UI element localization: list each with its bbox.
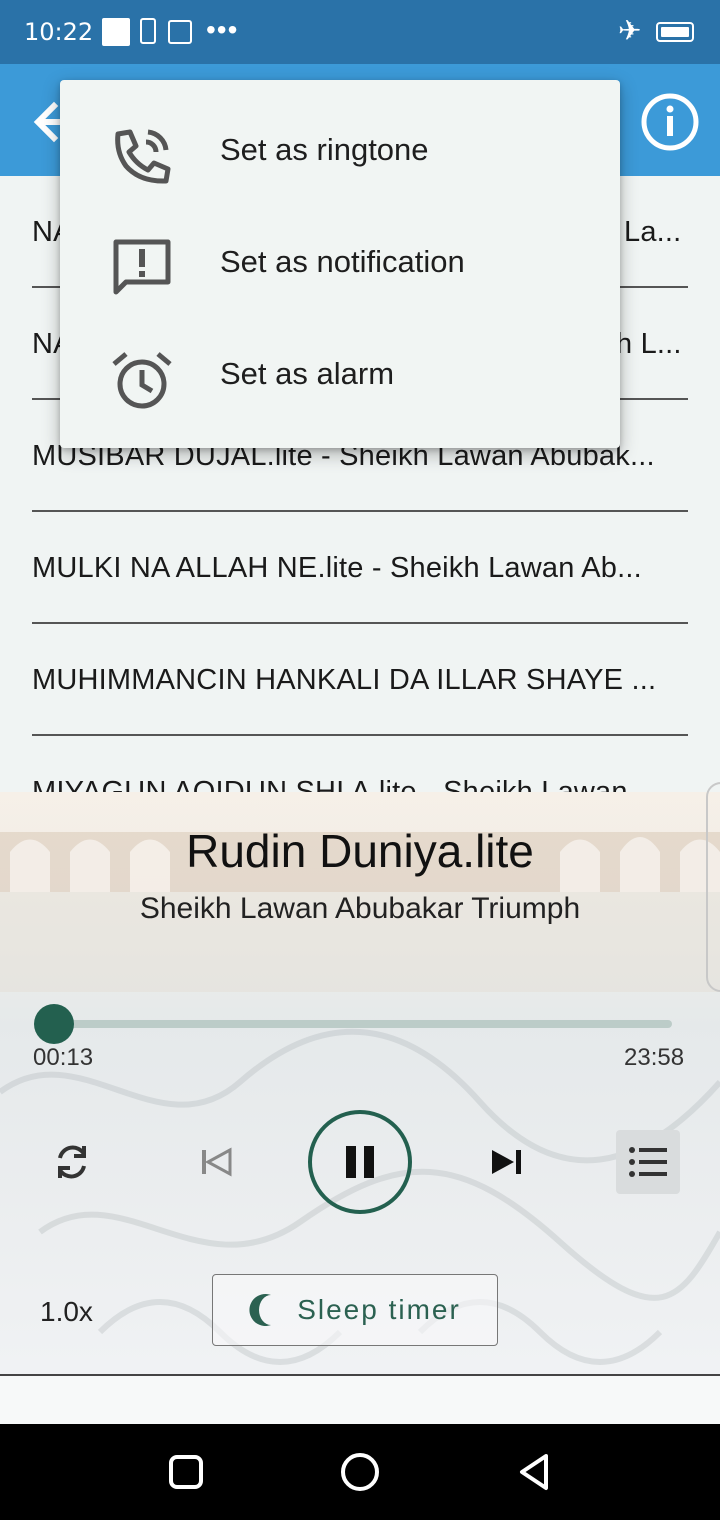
seek-bar-thumb[interactable] [34, 1004, 74, 1044]
airplane-mode-icon: ✈ [618, 15, 642, 46]
status-time: 10:22 [24, 18, 94, 46]
list-item-label: MULKI NA ALLAH NE.lite - Sheikh Lawan Ab… [32, 552, 642, 584]
total-duration: 23:58 [624, 1044, 685, 1071]
now-playing-panel: Rudin Duniya.lite Sheikh Lawan Abubakar … [0, 792, 720, 1374]
list-item[interactable]: MUHIMMANCIN HANKALI DA ILLAR SHAYE ... [32, 624, 688, 736]
repeat-icon [58, 1145, 86, 1179]
list-item-label: MIYAGUN AQIDUN SHI A.lite - Sheikh Lawan [32, 776, 628, 792]
recents-square-icon [169, 1455, 203, 1489]
alarm-clock-icon [112, 352, 172, 409]
menu-item-set-ringtone[interactable]: Set as ringtone [60, 96, 620, 208]
track-title: Rudin Duniya.lite [186, 825, 534, 877]
edge-panel-handle[interactable] [706, 782, 720, 992]
info-button[interactable] [640, 92, 700, 152]
sleep-timer-label: Sleep timer [297, 1294, 461, 1325]
back-nav-button[interactable] [510, 1448, 558, 1496]
list-item[interactable]: MIYAGUN AQIDUN SHI A.lite - Sheikh Lawan [32, 736, 688, 792]
repeat-button[interactable] [52, 1140, 92, 1184]
more-notifications-icon: ••• [206, 14, 239, 45]
notification-alert-icon [113, 239, 171, 295]
phone-ring-icon [115, 129, 171, 184]
queue-button[interactable] [616, 1130, 680, 1194]
system-navigation-bar [0, 1424, 720, 1520]
battery-icon [656, 22, 694, 42]
list-item-label: MUHIMMANCIN HANKALI DA ILLAR SHAYE ... [32, 664, 657, 696]
track-artist: Sheikh Lawan Abubakar Triumph [139, 892, 581, 925]
skip-previous-icon [202, 1147, 232, 1177]
moon-icon [249, 1294, 272, 1326]
sleep-timer-button[interactable]: Sleep timer [212, 1274, 498, 1346]
battery-saver-icon [140, 18, 156, 44]
menu-item-label: Set as alarm [220, 356, 395, 391]
status-bar: 10:22 ••• ✈ [0, 0, 720, 64]
menu-item-label: Set as ringtone [220, 132, 429, 167]
recents-button[interactable] [162, 1448, 210, 1496]
back-triangle-icon [520, 1454, 548, 1490]
previous-track-button[interactable] [196, 1142, 236, 1182]
info-icon [641, 93, 699, 151]
list-item-label-tail: h L... [616, 328, 682, 360]
pause-icon [346, 1146, 374, 1178]
notification-square-icon [102, 18, 130, 46]
seek-bar[interactable] [54, 1020, 672, 1028]
elapsed-time: 00:13 [33, 1044, 94, 1071]
skip-next-icon [492, 1150, 521, 1174]
menu-item-set-alarm[interactable]: Set as alarm [60, 320, 620, 432]
bottom-spacer [0, 1376, 720, 1424]
queue-list-icon [629, 1147, 667, 1177]
list-item[interactable]: MULKI NA ALLAH NE.lite - Sheikh Lawan Ab… [32, 512, 688, 624]
home-button[interactable] [336, 1448, 384, 1496]
list-item-label-tail: La... [624, 216, 682, 248]
ringtone-options-menu: Set as ringtone Set as notification Set … [60, 80, 620, 448]
pause-button[interactable] [308, 1110, 412, 1214]
menu-item-label: Set as notification [220, 244, 465, 279]
image-icon [168, 20, 192, 44]
playback-speed-button[interactable]: 1.0x [40, 1296, 93, 1328]
menu-item-set-notification[interactable]: Set as notification [60, 208, 620, 320]
home-circle-icon [341, 1453, 379, 1491]
next-track-button[interactable] [486, 1142, 526, 1182]
